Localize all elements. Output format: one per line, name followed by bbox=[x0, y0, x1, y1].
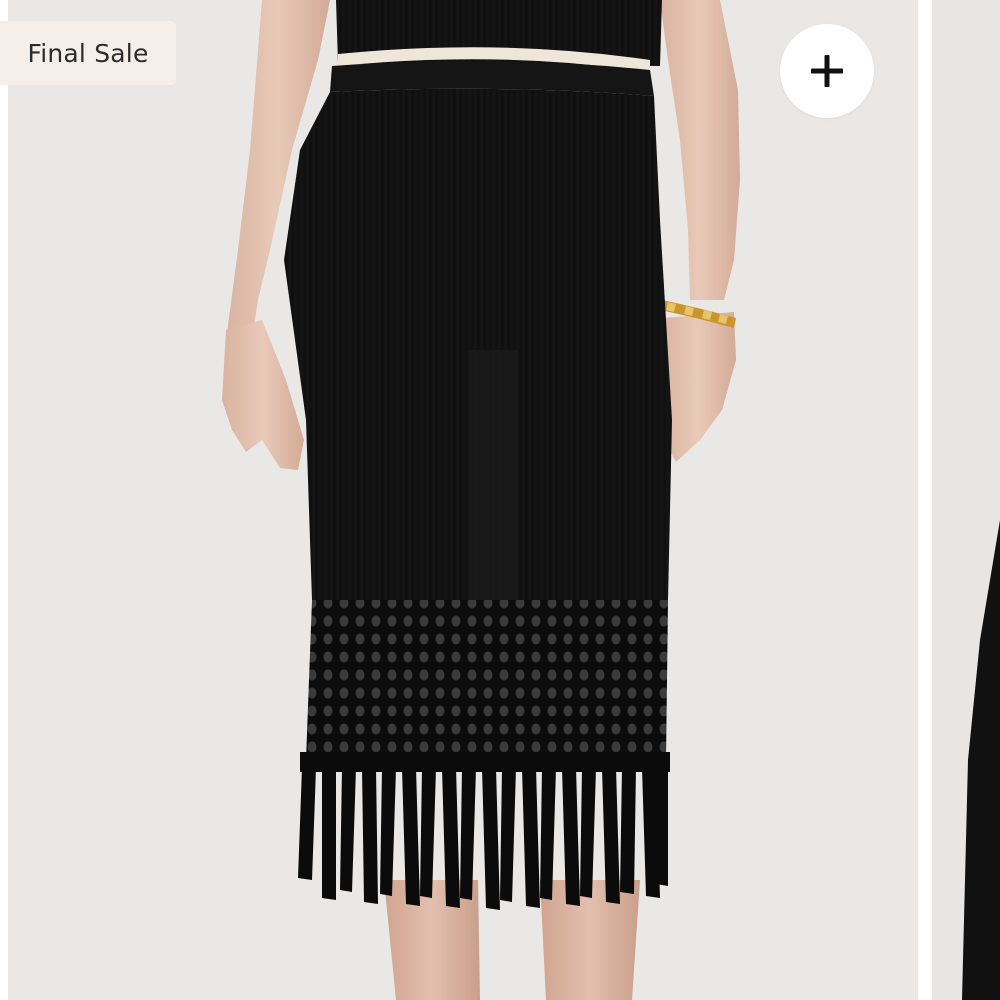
product-image-carousel[interactable]: Final Sale bbox=[0, 0, 1000, 1000]
next-product-photo bbox=[932, 0, 1000, 1000]
final-sale-badge: Final Sale bbox=[0, 21, 176, 85]
product-image-slide[interactable] bbox=[8, 0, 918, 1000]
product-photo bbox=[8, 0, 918, 1000]
plus-icon bbox=[811, 55, 843, 87]
add-button[interactable] bbox=[780, 24, 874, 118]
next-product-image-slide[interactable] bbox=[932, 0, 1000, 1000]
